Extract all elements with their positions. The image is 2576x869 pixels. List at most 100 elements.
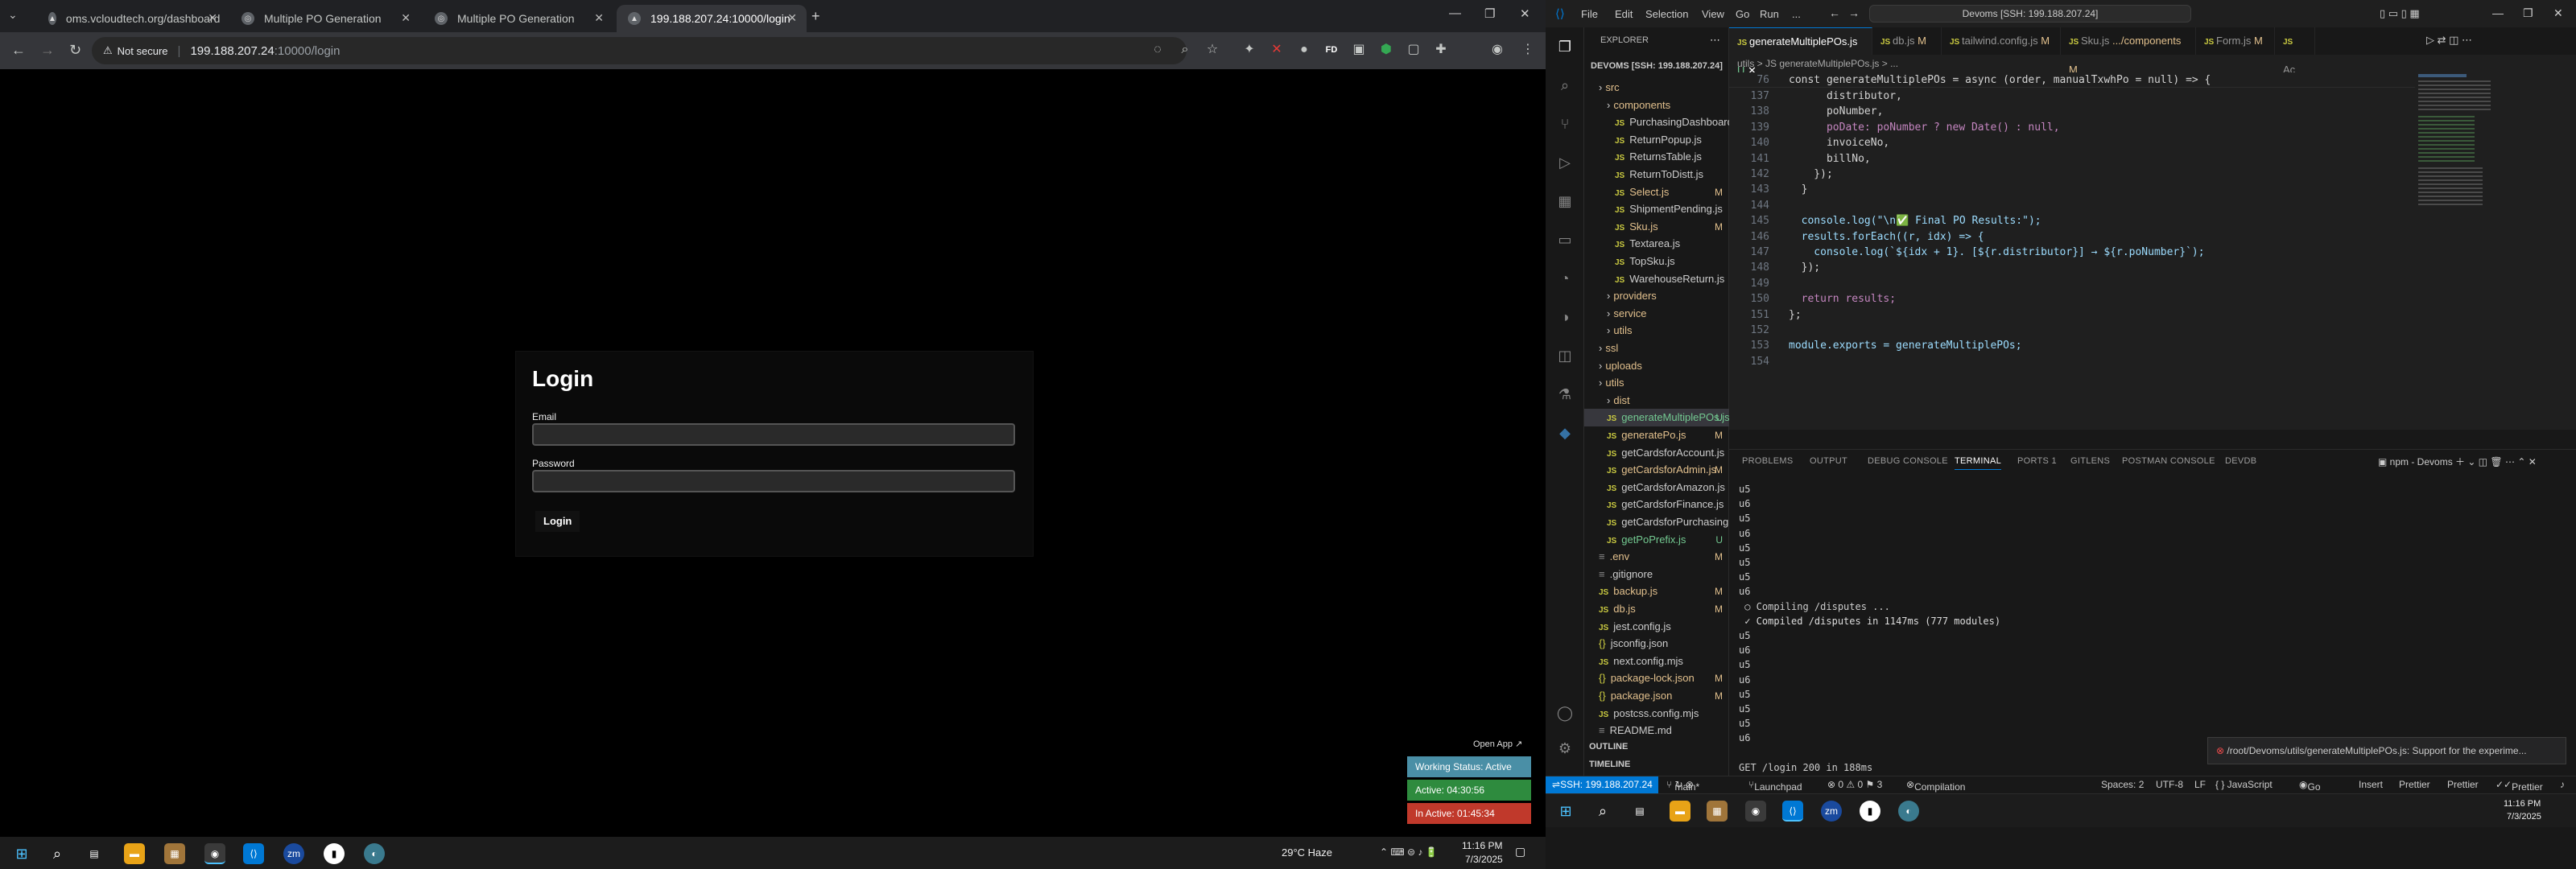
- tree-file[interactable]: JS getCardsforPurchasing.js: [1584, 513, 1729, 531]
- tree-file[interactable]: JS next.config.mjs: [1584, 653, 1729, 670]
- forward-icon[interactable]: →: [40, 42, 55, 59]
- tree-file[interactable]: JS generateMultiplePOs.js U: [1584, 409, 1729, 427]
- tray-icons[interactable]: ⌃ ⌨ ⊜ ♪ 🔋: [1380, 846, 1438, 858]
- back-icon[interactable]: ←: [11, 42, 26, 59]
- panel-tab-gitlens[interactable]: GITLENS: [2070, 456, 2110, 466]
- restore-icon[interactable]: ❐: [1484, 6, 1495, 21]
- code-line[interactable]: 143 }: [1729, 182, 2454, 197]
- tree-folder[interactable]: › utils: [1584, 322, 1729, 340]
- menu-edit[interactable]: Edit: [1615, 8, 1633, 20]
- menu-file[interactable]: File: [1581, 8, 1598, 20]
- open-app-link[interactable]: Open App ↗: [1473, 739, 1522, 749]
- panel-tab-terminal[interactable]: TERMINAL: [1955, 456, 2002, 470]
- layout-icons[interactable]: ▯ ▭ ▯ ▦: [2380, 7, 2420, 20]
- close-icon[interactable]: ✕: [594, 11, 604, 25]
- tree-file[interactable]: JS jest.config.js: [1584, 618, 1729, 636]
- panel-tab-ports[interactable]: PORTS 1: [2017, 456, 2057, 466]
- search-icon[interactable]: ⌕: [1592, 801, 1613, 822]
- minimap[interactable]: [2415, 71, 2504, 296]
- tree-file[interactable]: JS getPoPrefix.js U: [1584, 531, 1729, 549]
- clock-time[interactable]: 11:16 PM: [1462, 840, 1502, 851]
- editor-tab-active[interactable]: JS generateMultiplePOs.js U ✕: [1729, 27, 1872, 76]
- app-icon[interactable]: ◐: [1898, 801, 1919, 822]
- zoom-app-icon[interactable]: zm: [1821, 801, 1842, 822]
- command-center[interactable]: Devoms [SSH: 199.188.207.24]: [1869, 5, 2191, 23]
- tree-file[interactable]: {} package.json M: [1584, 687, 1729, 705]
- gitlens-icon[interactable]: ◔: [1555, 269, 1575, 288]
- tree-file[interactable]: JS ReturnsTable.js: [1584, 148, 1729, 166]
- tree-file[interactable]: JSPurchasingDashboard.js: [1584, 113, 1729, 131]
- insert-mode[interactable]: Insert: [2359, 779, 2383, 790]
- terminal-selector[interactable]: ▣ npm - Devoms ＋ ⌄ ◫ 🗑 ⋯ ⌃ ✕: [2378, 455, 2537, 468]
- close-window-icon[interactable]: ✕: [1520, 6, 1530, 21]
- nav-forward-icon[interactable]: →: [1848, 6, 1860, 19]
- extension-square-icon[interactable]: ▢: [1404, 40, 1423, 60]
- minimize-icon[interactable]: —: [1449, 6, 1461, 20]
- tree-file[interactable]: JS ShipmentPending.js: [1584, 200, 1729, 218]
- panel-tab-problems[interactable]: PROBLEMS: [1742, 456, 1794, 466]
- menu-view[interactable]: View: [1702, 8, 1724, 20]
- weather-widget[interactable]: 29°C Haze: [1282, 846, 1332, 859]
- breadcrumb[interactable]: utils > JS generateMultiplePOs.js > ...: [1737, 58, 1898, 69]
- code-line[interactable]: 139 poDate: poNumber ? new Date() : null…: [1729, 120, 2454, 135]
- code-line[interactable]: 141 billNo,: [1729, 151, 2454, 167]
- code-line[interactable]: 142 });: [1729, 167, 2454, 182]
- tree-file[interactable]: JS postcss.config.mjs: [1584, 705, 1729, 723]
- code-line[interactable]: 140 invoiceNo,: [1729, 135, 2454, 150]
- tree-file[interactable]: JS Textarea.js: [1584, 235, 1729, 253]
- explorer-icon[interactable]: ❐: [1555, 37, 1575, 56]
- search-icon[interactable]: ⌕: [1555, 76, 1575, 95]
- app-icon[interactable]: ▮: [324, 843, 345, 864]
- spaces-indicator[interactable]: Spaces: 2: [2101, 779, 2144, 790]
- editor-tab[interactable]: JS Sku.js .../components M: [2061, 27, 2196, 76]
- password-field[interactable]: [532, 470, 1015, 492]
- browser-tab[interactable]: ▲ oms.vcloudtech.org/dashboard ✕: [37, 5, 227, 32]
- extension-circle-icon[interactable]: ●: [1294, 40, 1314, 60]
- panel-tab-devdb[interactable]: DEVDB: [2225, 456, 2256, 466]
- code-line[interactable]: 154: [1729, 354, 2454, 369]
- chrome-icon[interactable]: ◉: [204, 843, 225, 864]
- editor-actions[interactable]: ▷ ⇄ ◫ ⋯: [2426, 34, 2472, 47]
- tree-file[interactable]: JS TopSku.js: [1584, 253, 1729, 270]
- close-window-icon[interactable]: ✕: [2553, 6, 2563, 20]
- code-line[interactable]: 152: [1729, 323, 2454, 338]
- windows-start-icon[interactable]: ⊞: [1555, 801, 1576, 822]
- tree-file[interactable]: JS backup.js M: [1584, 583, 1729, 600]
- editor-tab[interactable]: JS Form.js M: [2196, 27, 2275, 55]
- close-icon[interactable]: ✕: [208, 11, 217, 25]
- clock-date[interactable]: 7/3/2025: [1465, 854, 1503, 865]
- code-line[interactable]: 149: [1729, 276, 2454, 291]
- prettier-item[interactable]: ✓✓ Prettier: [2496, 779, 2543, 793]
- tree-file[interactable]: JS getCardsforAmazon.js: [1584, 479, 1729, 496]
- profile-avatar[interactable]: ◉: [1488, 40, 1507, 60]
- chrome-icon[interactable]: ◉: [1745, 801, 1766, 822]
- vscode-icon[interactable]: ⟨⟩: [243, 843, 264, 864]
- code-line[interactable]: 137 distributor,: [1729, 89, 2454, 104]
- clock-date[interactable]: 7/3/2025: [2507, 812, 2541, 822]
- close-icon[interactable]: ✕: [787, 11, 797, 25]
- vscode-icon[interactable]: ⟨⟩: [1782, 801, 1803, 822]
- tree-file[interactable]: JS getCardsforAccount.js: [1584, 444, 1729, 462]
- code-line[interactable]: 146 results.forEach((r, idx) => {: [1729, 229, 2454, 245]
- not-secure-label[interactable]: Not secure: [118, 45, 168, 57]
- tree-folder[interactable]: › ssl: [1584, 340, 1729, 357]
- run-debug-icon[interactable]: ▷: [1555, 153, 1575, 172]
- reload-icon[interactable]: ↻: [69, 42, 81, 59]
- compile-status[interactable]: ⊗ Compilation Failed!: [1906, 779, 1965, 804]
- kebab-menu-icon[interactable]: ⋮: [1518, 40, 1538, 60]
- store-icon[interactable]: ▦: [164, 843, 185, 864]
- go-live-button[interactable]: ◉ Go Live: [2299, 779, 2326, 804]
- store-icon[interactable]: ▦: [1707, 801, 1728, 822]
- tree-folder[interactable]: › src: [1584, 79, 1729, 97]
- branch-indicator[interactable]: ⑂ main* ↻ ⊗: [1666, 779, 1699, 793]
- postman-icon[interactable]: ◑: [1555, 307, 1575, 327]
- prettier-item[interactable]: Prettier: [2399, 779, 2430, 790]
- browser-tab-active[interactable]: ▲ 199.188.207.24:10000/login ✕: [617, 5, 807, 32]
- workspace-title[interactable]: DEVOMS [SSH: 199.188.207.24]: [1591, 61, 1723, 71]
- browser-tab[interactable]: ◎ Multiple PO Generation ✕: [230, 5, 420, 32]
- remote-indicator[interactable]: ⇌ SSH: 199.188.207.24: [1546, 776, 1658, 793]
- tree-folder[interactable]: › dist: [1584, 392, 1729, 410]
- email-field[interactable]: [532, 423, 1015, 446]
- code-line[interactable]: 138 poNumber,: [1729, 104, 2454, 119]
- account-icon[interactable]: ◯: [1555, 703, 1575, 723]
